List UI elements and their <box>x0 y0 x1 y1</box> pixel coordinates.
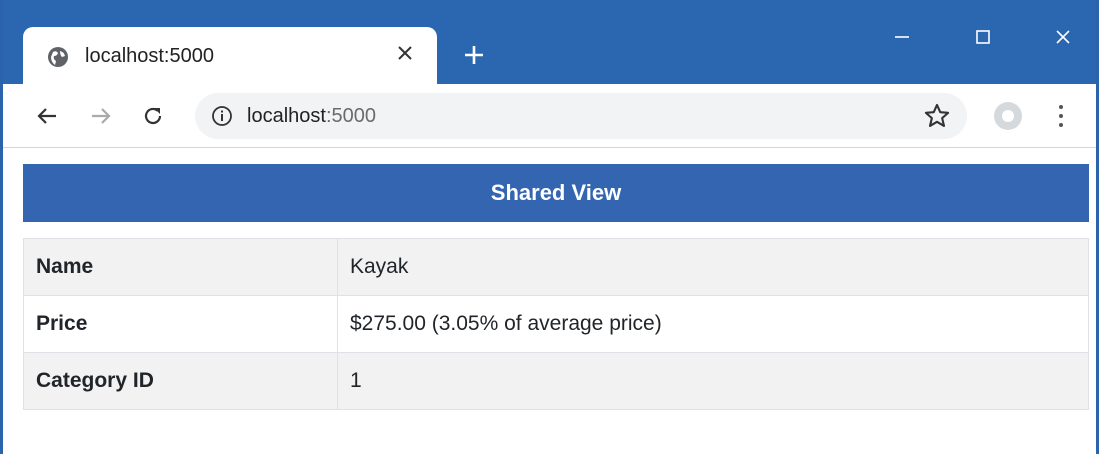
profile-icon[interactable] <box>993 101 1023 131</box>
arrow-left-icon[interactable] <box>31 100 63 132</box>
page-content: Shared View Name Kayak Price $275.00 (3.… <box>23 164 1089 410</box>
plus-icon[interactable] <box>459 40 489 70</box>
row-label: Price <box>23 295 338 353</box>
maximize-icon[interactable] <box>963 20 1003 54</box>
toolbar: localhost:5000 <box>3 84 1096 148</box>
close-icon[interactable] <box>1043 20 1083 54</box>
kebab-menu-icon[interactable] <box>1051 102 1071 130</box>
close-icon[interactable] <box>393 41 417 65</box>
arrow-right-icon[interactable] <box>85 100 117 132</box>
row-value: Kayak <box>337 238 1089 296</box>
row-label: Category ID <box>23 352 338 410</box>
title-bar: localhost:5000 <box>3 0 1096 84</box>
star-icon[interactable] <box>923 102 951 130</box>
table-row: Price $275.00 (3.05% of average price) <box>23 295 1089 353</box>
address-bar[interactable]: localhost:5000 <box>195 93 967 139</box>
row-value: $275.00 (3.05% of average price) <box>337 295 1089 353</box>
globe-icon <box>48 47 68 67</box>
reload-icon[interactable] <box>137 100 169 132</box>
browser-window: localhost:5000 localhost:5000 Shared Vie… <box>0 0 1099 454</box>
row-label: Name <box>23 238 338 296</box>
row-value: 1 <box>337 352 1089 410</box>
url-port: :5000 <box>325 105 376 127</box>
url-text: localhost:5000 <box>247 105 376 128</box>
table-row: Category ID 1 <box>23 352 1089 410</box>
browser-tab[interactable]: localhost:5000 <box>23 27 437 84</box>
info-icon[interactable] <box>211 105 233 127</box>
url-host: localhost <box>247 105 326 127</box>
minimize-icon[interactable] <box>882 20 922 54</box>
page-title: Shared View <box>23 164 1089 222</box>
table-row: Name Kayak <box>23 238 1089 296</box>
details-table: Name Kayak Price $275.00 (3.05% of avera… <box>23 238 1089 410</box>
tab-title: localhost:5000 <box>85 45 214 67</box>
